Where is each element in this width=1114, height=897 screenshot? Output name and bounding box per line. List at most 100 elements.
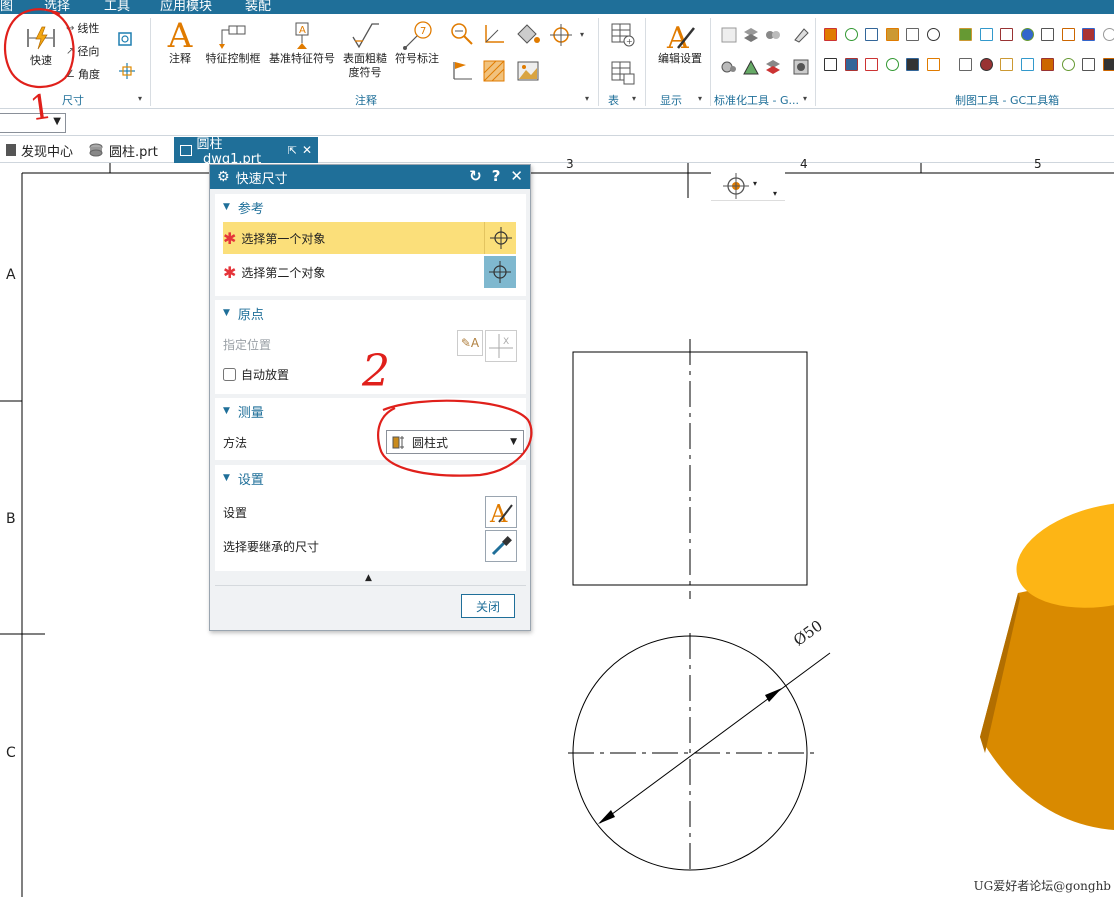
select-first-object-button[interactable] [484,222,516,254]
gc-tool-icon[interactable] [1061,28,1075,41]
gc-tool-icon[interactable] [824,28,837,41]
measurement-header[interactable]: ▼ 测量 [215,398,526,424]
radial-dimension-button[interactable]: ↗ 径向 [66,43,99,59]
gc-tool-icon[interactable] [1102,28,1114,41]
center-mark-icon[interactable] [550,24,572,46]
standard-tool-icon[interactable] [764,58,782,76]
gc-tool-icon[interactable] [885,58,899,71]
gc-tool-icon[interactable] [979,28,993,41]
gc-tool-icon[interactable] [926,58,940,71]
reference-header[interactable]: ▼ 参考 [215,194,526,220]
gc-tool-icon[interactable] [1041,28,1054,41]
select-second-object-button[interactable] [484,256,516,288]
edit-settings-label: 编辑设置 [658,52,702,65]
gc-tool-icon[interactable] [885,28,899,41]
close-icon[interactable]: ✕ [510,167,523,185]
balloon-button[interactable]: 7 符号标注 [393,20,441,66]
target-point-icon[interactable] [450,59,474,83]
tab-discovery-center[interactable]: 发现中心 [0,137,79,163]
gc-tool-icon[interactable] [1082,58,1095,71]
intersection-symbol-icon[interactable] [482,22,506,46]
standard-tool-icon[interactable] [764,26,782,44]
gc-tool-icon[interactable] [865,58,878,71]
angle-dimension-button[interactable]: ∠ 角度 [66,66,100,82]
feature-control-frame-button[interactable]: 特征控制框 [203,20,263,66]
gear-icon[interactable]: ⚙ [217,169,230,185]
menu-item-select[interactable]: 选择 [44,0,70,14]
gc-tool-icon[interactable] [959,58,972,71]
tab-drawing[interactable]: 圆柱_dwg1.prt ⇱ ✕ [174,137,318,167]
tab-part-model[interactable]: 圆柱.prt [82,137,164,163]
menu-item-tools[interactable]: 工具 [104,0,130,14]
detail-view-icon[interactable] [450,22,474,46]
gc-tool-icon[interactable] [979,58,993,71]
image-icon[interactable] [516,59,540,83]
linear-dimension-button[interactable]: ↔ 线性 [66,20,99,36]
note-button[interactable]: A 注释 [162,19,198,66]
select-first-object-row[interactable]: ✱ 选择第一个对象 [223,222,516,254]
collapse-more-icon[interactable]: ▲ [365,573,372,583]
parts-list-icon[interactable] [610,60,636,86]
annotation-group-dropdown-icon[interactable]: ▾ [585,94,589,103]
eyedropper-icon [491,536,512,556]
fill-icon[interactable] [515,22,541,46]
close-button[interactable]: 关闭 [461,594,515,618]
help-icon[interactable]: ? [492,167,501,185]
gc-tool-icon[interactable] [1061,58,1075,71]
menu-item-view[interactable]: 图 [0,0,13,14]
inherit-dimension-button[interactable] [485,530,517,562]
popout-icon[interactable]: ⇱ [288,144,297,157]
gc-tool-icon[interactable] [1020,58,1034,71]
gc-tool-icon[interactable] [1000,58,1013,71]
gc-tool-icon[interactable] [1102,58,1114,71]
origin-header[interactable]: ▼ 原点 [215,300,526,326]
drawing-canvas[interactable]: A B C 3 4 5 Ø50 ▾ ▾ UG爱好者论坛@gonghb [0,157,1114,897]
quick-dimension-button[interactable]: 快速 [24,22,58,68]
select-first-object-label: 选择第一个对象 [241,231,326,246]
tabular-note-icon[interactable]: + [610,22,636,48]
dialog-title-bar[interactable]: ⚙ 快速尺寸 ↻ ? ✕ [210,165,530,189]
datum-feature-button[interactable]: A 基准特征符号 [268,20,336,66]
gc-tool-icon[interactable] [1041,58,1054,71]
reset-icon[interactable]: ↻ [469,167,482,185]
hatch-icon[interactable] [482,59,506,83]
gc-tool-icon[interactable] [865,28,878,41]
auto-place-checkbox[interactable] [223,368,236,381]
ordinate-dimension-icon[interactable] [116,60,138,82]
standard-tool-icon[interactable] [742,26,760,44]
gc-tool-icon[interactable] [906,28,919,41]
gc-tool-icon[interactable] [1000,28,1013,41]
angle-icon: ∠ [66,68,75,80]
edit-settings-button[interactable]: A 编辑设置 [656,20,704,66]
gc-tool-icon[interactable] [906,58,919,71]
gc-tool-icon[interactable] [844,58,858,71]
surface-finish-button[interactable]: 表面粗糙 度符号 [340,20,390,80]
standard-tool-icon[interactable] [720,58,738,76]
dimension-group-dropdown-icon[interactable]: ▾ [138,94,142,103]
menu-item-assembly[interactable]: 装配 [245,0,271,14]
gc-tool-icon[interactable] [926,28,940,41]
edit-settings-dialog-button[interactable]: A [485,496,517,528]
snap-point-toolbar[interactable]: ▾ ▾ [711,169,785,201]
select-second-object-row[interactable]: ✱ 选择第二个对象 [223,256,516,288]
standard-group-dropdown-icon[interactable]: ▾ [803,94,807,103]
method-dropdown[interactable]: 圆柱式 ▼ [386,430,524,454]
settings-header[interactable]: ▼ 设置 [215,465,526,491]
gc-tool-icon[interactable] [1020,28,1034,41]
center-mark-dropdown-icon[interactable]: ▾ [580,30,584,39]
origin-tool-button[interactable]: ✎A [457,330,483,356]
standard-tool-icon[interactable] [742,58,760,76]
standard-tool-icon[interactable] [792,26,810,44]
table-group-dropdown-icon[interactable]: ▾ [632,94,636,103]
gc-tool-icon[interactable] [844,28,858,41]
menu-item-application[interactable]: 应用模块 [160,0,212,14]
gc-tool-icon[interactable] [959,28,972,41]
standard-tool-icon[interactable] [720,26,738,44]
chamfer-dimension-icon[interactable] [116,28,136,48]
display-group-dropdown-icon[interactable]: ▾ [698,94,702,103]
gc-tool-icon[interactable] [1082,28,1095,41]
standard-tool-icon[interactable] [792,58,810,76]
specify-location-button[interactable]: X [485,330,517,362]
gc-tool-icon[interactable] [824,58,837,71]
close-tab-icon[interactable]: ✕ [302,143,312,157]
